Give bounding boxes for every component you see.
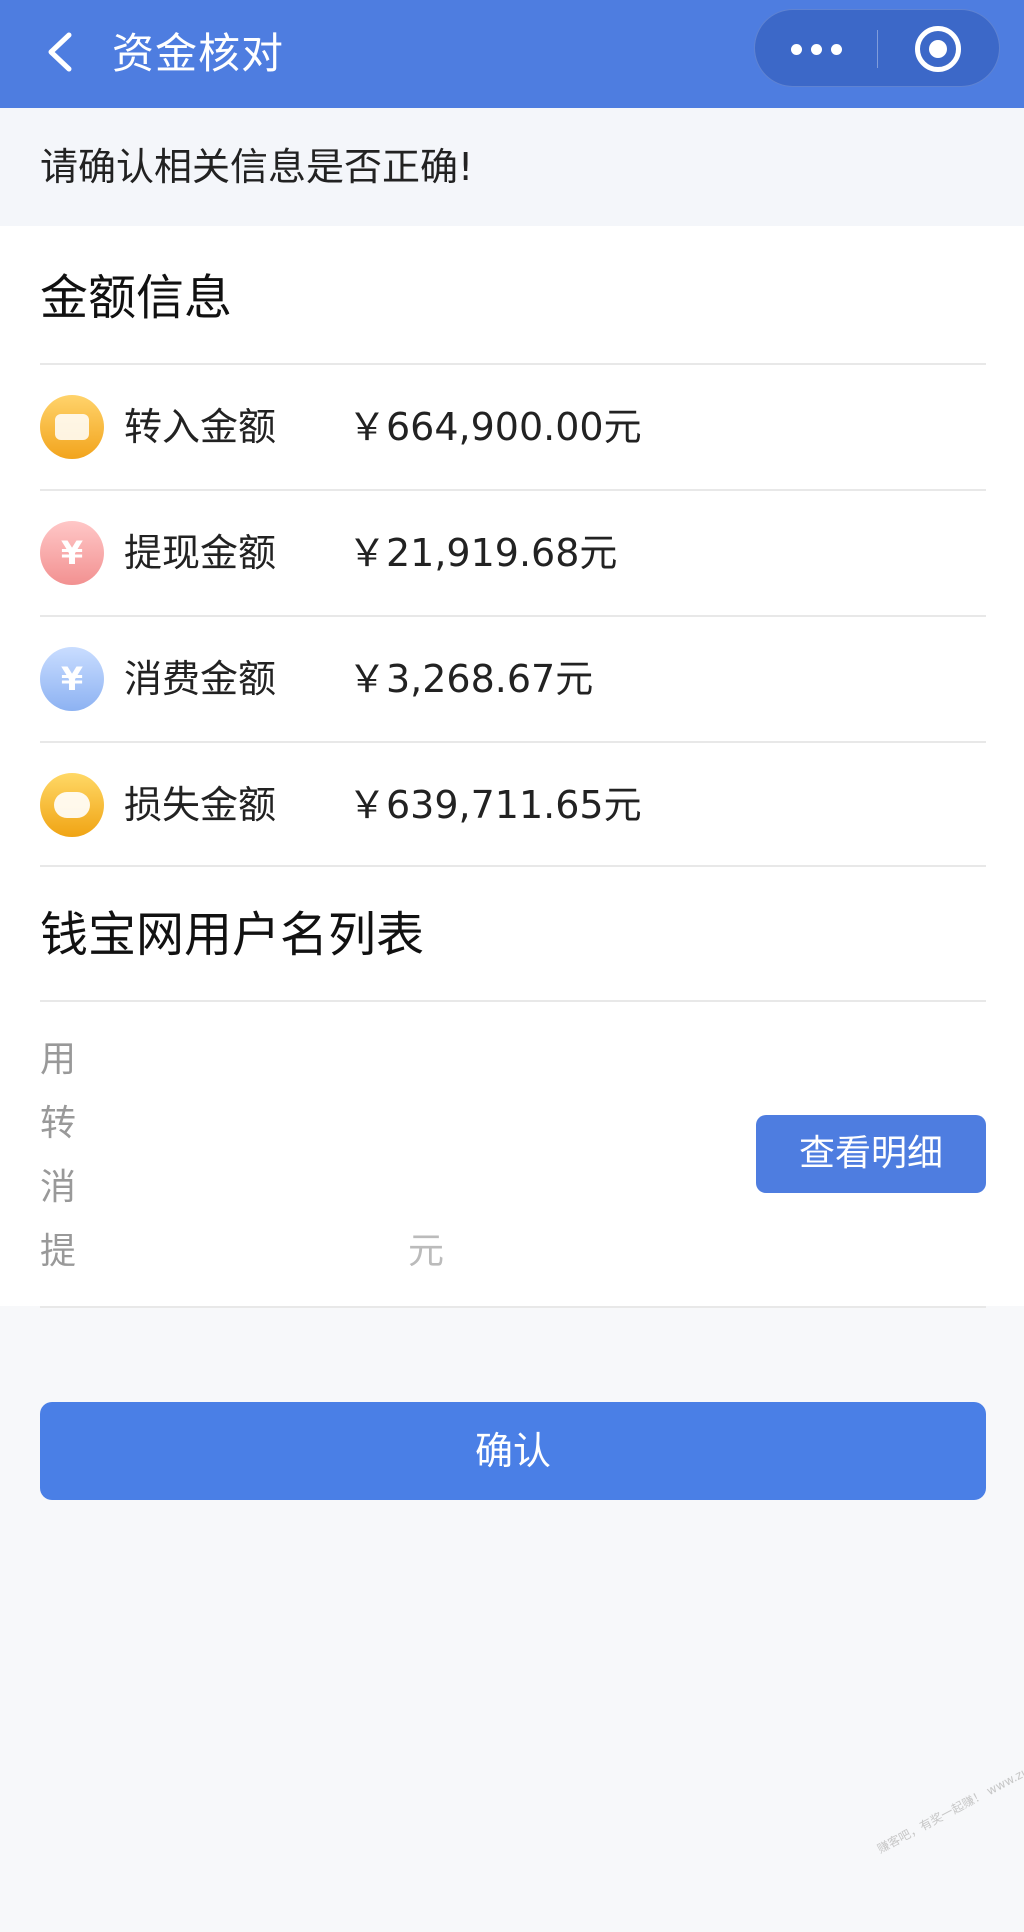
more-button[interactable]: [755, 10, 877, 88]
page-title: 资金核对: [112, 29, 285, 78]
amount-label: 消费金额: [124, 657, 277, 701]
redaction-blur: [76, 1030, 476, 1090]
top-nav-bar: 资金核对: [0, 0, 1024, 108]
amount-value: ￥3,268.67元: [348, 657, 594, 701]
confirm-button[interactable]: 确认: [40, 1402, 986, 1500]
mini-program-capsule: [754, 9, 1000, 87]
divider: [40, 1000, 986, 1002]
money-bag-icon: ¥: [40, 647, 104, 711]
redaction-blur: [76, 1158, 476, 1218]
amount-value: ￥21,919.68元: [348, 531, 618, 575]
redaction-blur: [76, 1222, 406, 1282]
amount-row-transfer-in: 转入金额 ￥664,900.00元: [40, 365, 986, 489]
more-dots-icon: [790, 43, 802, 55]
user-info-suffix: 元: [408, 1231, 445, 1272]
amount-value: ￥664,900.00元: [348, 405, 642, 449]
view-details-button[interactable]: 查看明细: [756, 1115, 986, 1193]
transfer-card-icon: [40, 395, 104, 459]
amount-label: 转入金额: [124, 405, 277, 449]
notice-banner: 请确认相关信息是否正确!: [0, 108, 1024, 226]
back-button[interactable]: [30, 22, 90, 82]
yuan-coin-icon: ¥: [40, 521, 104, 585]
amount-row-loss: 损失金额 ￥639,711.65元: [40, 743, 986, 867]
piggy-bank-icon: [40, 773, 104, 837]
chevron-left-icon: [48, 32, 72, 72]
close-target-button[interactable]: [915, 26, 961, 72]
amount-label: 提现金额: [124, 531, 277, 575]
userlist-section-title: 钱宝网用户名列表: [40, 907, 425, 963]
amount-section-title: 金额信息: [40, 270, 233, 326]
content-card: 金额信息 转入金额 ￥664,900.00元 ¥ 提现金额 ￥21,919.68…: [0, 226, 1024, 1308]
amount-label: 损失金额: [124, 783, 277, 827]
capsule-divider: [877, 30, 878, 68]
redaction-blur: [76, 1094, 476, 1154]
watermark-text: 赚客吧，有奖一起赚！ www.zuanke8.com: [874, 1733, 1024, 1857]
divider: [40, 1306, 986, 1308]
amount-value: ￥639,711.65元: [348, 783, 642, 827]
amount-row-withdraw: ¥ 提现金额 ￥21,919.68元: [40, 491, 986, 615]
divider: [40, 865, 986, 867]
amount-row-consumption: ¥ 消费金额 ￥3,268.67元: [40, 617, 986, 741]
